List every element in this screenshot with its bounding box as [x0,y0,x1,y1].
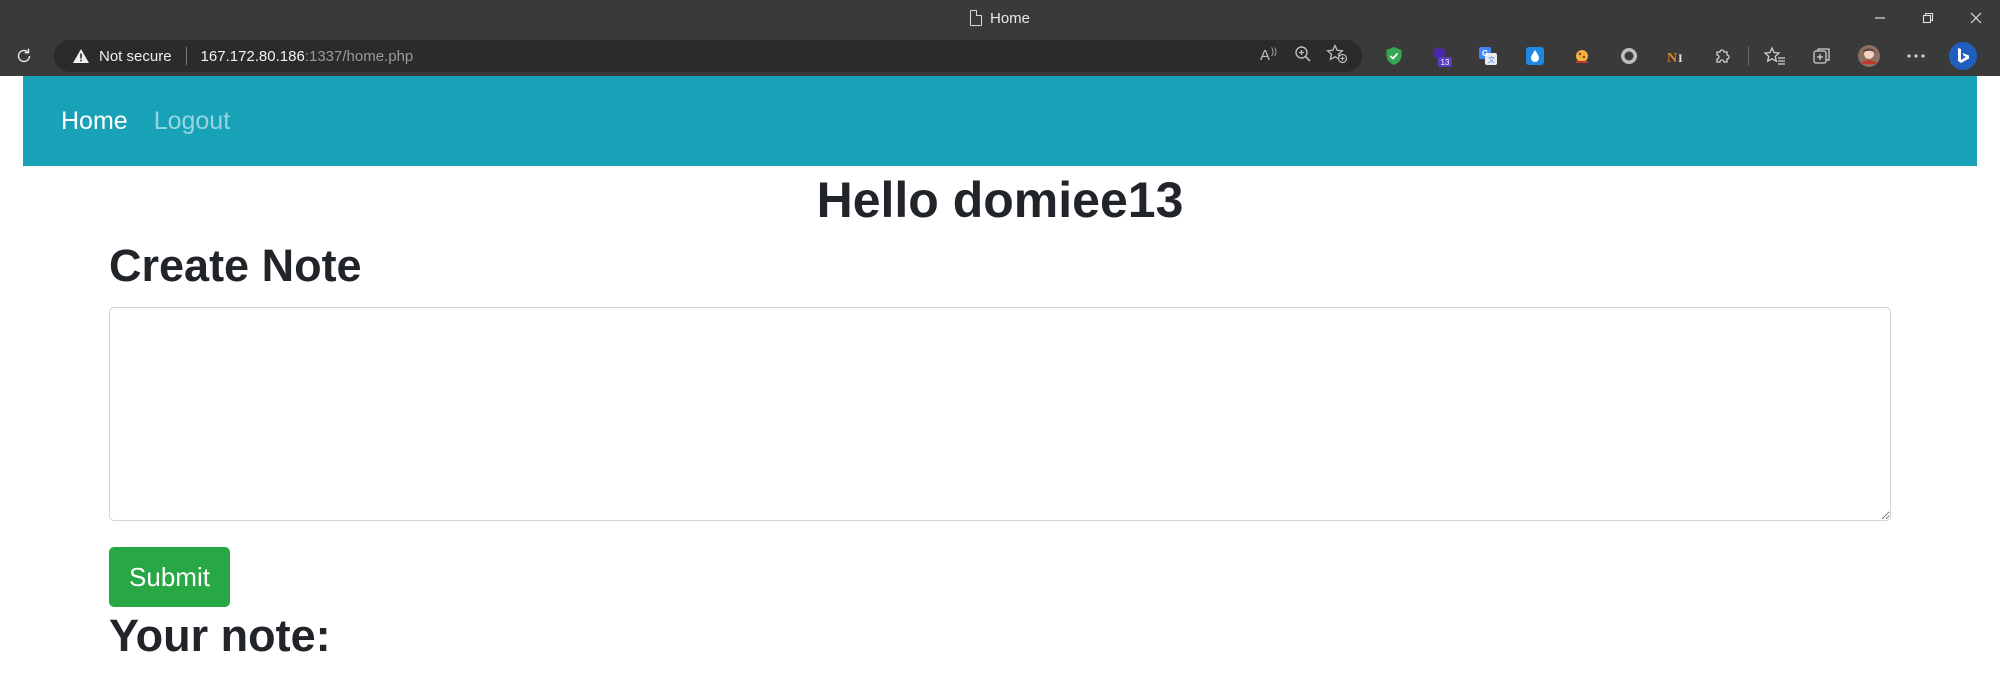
svg-text:I: I [1678,51,1683,65]
reload-icon [17,48,31,63]
read-aloud-icon: A )) [1260,46,1277,64]
water-drop-icon [1525,47,1544,65]
create-note-heading: Create Note [109,240,362,291]
nav-home-link[interactable]: Home [61,107,128,136]
nav-logout-link[interactable]: Logout [154,107,230,136]
browser-titlebar: Home [0,0,2000,36]
page-icon [969,9,983,26]
extension-translate[interactable]: G 文 [1464,36,1511,76]
profile-icon [1857,45,1880,67]
minimize-icon [1875,17,1885,19]
restore-button[interactable] [1904,0,1952,36]
favorites-icon [1763,46,1785,65]
extension-ni[interactable]: N I [1652,36,1699,76]
record-icon [1620,48,1637,64]
extension-record[interactable] [1605,36,1652,76]
close-icon [1970,12,1982,24]
browser-toolbar: Not secure 167.172.80.186:1337/home.php … [0,36,2000,76]
more-button[interactable] [1892,36,1939,76]
url-host[interactable]: 167.172.80.186 [201,48,305,65]
tab-title: Home [989,9,1030,27]
extensions-button[interactable] [1699,36,1746,76]
warning-icon[interactable] [72,48,90,64]
extension-puzzle-badge-icon: 13 [1432,47,1452,67]
shield-icon [1386,47,1401,65]
tab-title-area: Home [0,0,2000,36]
zoom-icon [1295,46,1311,62]
submit-button[interactable]: Submit [109,547,230,607]
toolbar-divider [1748,46,1749,66]
add-favorite-button[interactable] [1326,43,1348,68]
window-controls [1856,0,2000,36]
extensions-bar: 13 G 文 N I [1370,36,1986,76]
cookie-icon [1575,50,1588,63]
favorites-button[interactable] [1751,36,1798,76]
security-label[interactable]: Not secure [99,48,172,65]
bing-icon [1948,42,1977,70]
extension-badge-count: 13 [1440,58,1449,67]
navbar: Home Logout [23,76,1977,166]
greeting-heading: Hello domiee13 [816,172,1184,228]
collections-button[interactable] [1798,36,1845,76]
favorite-icon [1326,43,1348,64]
address-bar[interactable]: Not secure 167.172.80.186:1337/home.php … [54,40,1362,72]
more-icon [1906,54,1925,58]
profile-button[interactable] [1845,36,1892,76]
zoom-button[interactable] [1294,45,1312,67]
restore-icon [1922,12,1934,24]
extension-badge-counter[interactable]: 13 [1417,36,1464,76]
your-note-heading: Your note: [109,610,331,661]
ni-logo-icon: N I [1665,46,1686,66]
minimize-button[interactable] [1856,0,1904,36]
bing-button[interactable] [1939,36,1986,76]
collections-icon [1812,48,1830,64]
svg-text:N: N [1667,51,1677,66]
address-divider [185,47,187,65]
svg-text:A: A [1260,47,1270,63]
address-actions: A )) [1260,40,1348,72]
puzzle-icon [1715,49,1730,63]
read-aloud-button[interactable]: A )) [1260,45,1280,67]
close-window-button[interactable] [1952,0,2000,36]
reload-button[interactable] [12,44,36,68]
extension-water[interactable] [1511,36,1558,76]
svg-text:文: 文 [1488,55,1495,64]
extension-cookie[interactable] [1558,36,1605,76]
extension-shield[interactable] [1370,36,1417,76]
svg-text:)): )) [1271,46,1277,56]
url-path[interactable]: :1337/home.php [305,48,413,65]
note-textarea[interactable] [109,307,1891,521]
translate-icon: G 文 [1478,47,1497,65]
